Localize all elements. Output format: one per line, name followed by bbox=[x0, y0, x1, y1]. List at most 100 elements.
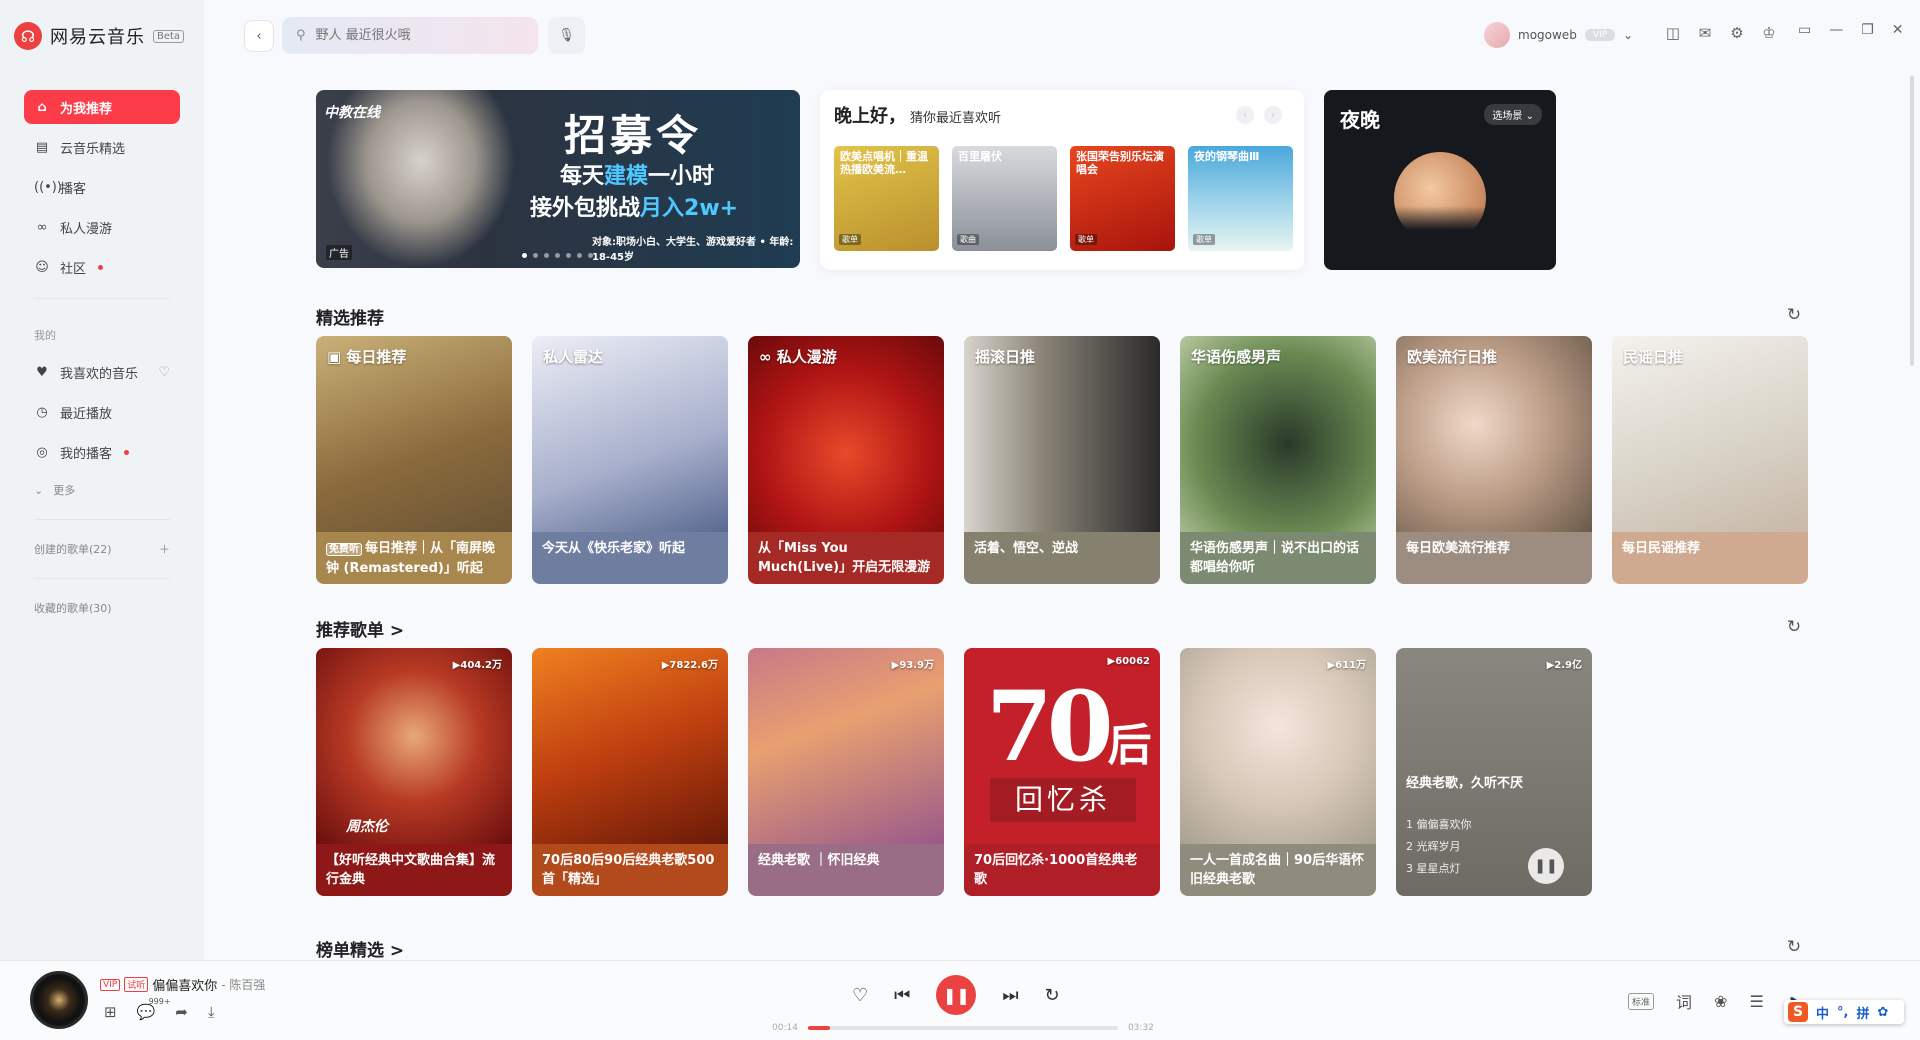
list-item[interactable]: 欧美点唱机｜重温热播欧美流… 歌单 bbox=[834, 146, 939, 251]
minimize-icon[interactable]: — bbox=[1829, 22, 1843, 38]
sound-effect-icon[interactable]: ❀ bbox=[1714, 992, 1727, 1011]
song-title[interactable]: 偏偏喜欢你 bbox=[152, 975, 217, 994]
featured-card-daily[interactable]: ▣ 每日推荐 免费听 每日推荐｜从「南屏晚钟 (Remastered)」听起 bbox=[316, 336, 512, 584]
heartbeat-mode-icon[interactable]: ♡ bbox=[158, 365, 170, 380]
add-playlist-icon[interactable]: ＋ bbox=[159, 541, 170, 557]
created-playlists-toggle[interactable]: 创建的歌单(22) ＋ bbox=[24, 534, 180, 564]
refresh-icon[interactable]: ↻ bbox=[1785, 938, 1803, 956]
sidebar-item-my-podcast[interactable]: ◎ 我的播客 bbox=[24, 435, 180, 469]
refresh-icon[interactable]: ↻ bbox=[1785, 618, 1803, 636]
created-playlists-label: 创建的歌单(22) bbox=[34, 543, 112, 556]
theme-icon[interactable]: ♔ bbox=[1760, 24, 1778, 42]
list-item[interactable]: 张国荣告别乐坛演唱会 歌单 bbox=[1070, 146, 1175, 251]
track-item[interactable]: 1 偏偏喜欢你 bbox=[1406, 816, 1472, 832]
search-box[interactable]: ⚲ bbox=[282, 17, 538, 54]
playlist-card[interactable]: 周杰伦 ▶404.2万 【好听经典中文歌曲合集】流行金典 bbox=[316, 648, 512, 896]
choose-scene-button[interactable]: 选场景 ⌄ bbox=[1484, 104, 1542, 125]
track-item[interactable]: 3 星星点灯 bbox=[1406, 860, 1461, 876]
ime-pinyin[interactable]: 拼 bbox=[1856, 1003, 1869, 1022]
ime-punct[interactable]: °, bbox=[1837, 1005, 1848, 1020]
previous-icon[interactable]: ⏮ bbox=[894, 985, 910, 1006]
chevron-down-icon[interactable]: ⌄ bbox=[1623, 28, 1633, 42]
user-menu[interactable]: mogoweb VIP ⌄ bbox=[1484, 22, 1633, 48]
artist-name[interactable]: - 陈百强 bbox=[221, 976, 265, 993]
lyrics-button[interactable]: 词 bbox=[1676, 989, 1692, 1013]
next-icon[interactable]: ⏭ bbox=[1002, 985, 1018, 1006]
charts-section-title[interactable]: 榜单精选 > bbox=[316, 936, 404, 961]
app-name: 网易云音乐 bbox=[50, 27, 145, 48]
divider bbox=[34, 298, 170, 299]
search-input[interactable] bbox=[315, 28, 516, 43]
mini-mode-icon[interactable]: ▭ bbox=[1798, 22, 1811, 38]
playlist-card[interactable]: ▶93.9万 经典老歌 ｜怀旧经典 bbox=[748, 648, 944, 896]
carousel-dot[interactable] bbox=[577, 253, 582, 258]
playlist-card[interactable]: 70后 回忆杀 ▶60062 70后回忆杀·1000首经典老歌 bbox=[964, 648, 1160, 896]
playlist-queue-icon[interactable]: ☰ bbox=[1749, 992, 1763, 1011]
settings-icon[interactable]: ✿ bbox=[1877, 1005, 1888, 1020]
sidebar-item-featured[interactable]: ▤ 云音乐精选 bbox=[24, 130, 180, 164]
card-label: 今天从《快乐老家》听起 bbox=[532, 532, 728, 584]
carousel-dot[interactable] bbox=[522, 253, 527, 258]
playlists-section-title[interactable]: 推荐歌单 > bbox=[316, 616, 404, 641]
sidebar: ☊ 网易云音乐 Beta ⌂ 为我推荐 ▤ 云音乐精选 ((•)) 播客 ∞ 私… bbox=[0, 0, 204, 960]
scrollbar[interactable] bbox=[1910, 76, 1914, 366]
carousel-dot[interactable] bbox=[566, 253, 571, 258]
home-icon: ⌂ bbox=[37, 99, 47, 115]
featured-card-folk[interactable]: 民谣日推 每日民谣推荐 bbox=[1612, 336, 1808, 584]
album-art[interactable] bbox=[30, 971, 88, 1029]
chevron-left-icon[interactable]: ‹ bbox=[1236, 106, 1254, 124]
carousel-dot[interactable] bbox=[544, 253, 549, 258]
sidebar-item-community[interactable]: ☺ 社区 bbox=[24, 250, 180, 284]
vip-badge[interactable]: VIP bbox=[1584, 29, 1616, 41]
add-to-playlist-icon[interactable]: ⊞ bbox=[104, 1003, 117, 1021]
sidebar-item-recommend[interactable]: ⌂ 为我推荐 bbox=[24, 90, 180, 124]
ime-toolbar[interactable]: S 中 °, 拼 ✿ bbox=[1784, 1000, 1904, 1024]
avatar[interactable] bbox=[1484, 22, 1510, 48]
username[interactable]: mogoweb bbox=[1518, 28, 1577, 42]
refresh-icon[interactable]: ↻ bbox=[1785, 306, 1803, 324]
playlist-card-expanded[interactable]: ▶2.9亿 经典老歌，久听不厌 1 偏偏喜欢你 2 光辉岁月 3 星星点灯 ❚❚ bbox=[1396, 648, 1592, 896]
carousel-dot[interactable] bbox=[533, 253, 538, 258]
playlist-card[interactable]: ▶7822.6万 70后80后90后经典老歌500首「精选」 bbox=[532, 648, 728, 896]
skin-icon[interactable]: ◫ bbox=[1664, 24, 1682, 42]
chevron-right-icon[interactable]: › bbox=[1264, 106, 1282, 124]
download-icon[interactable]: ⤓ bbox=[208, 1003, 215, 1021]
sidebar-item-roam[interactable]: ∞ 私人漫游 bbox=[24, 210, 180, 244]
sidebar-item-liked-music[interactable]: ♥ 我喜欢的音乐 ♡ bbox=[24, 355, 180, 389]
like-icon[interactable]: ♡ bbox=[852, 985, 868, 1006]
mail-icon[interactable]: ✉ bbox=[1696, 24, 1714, 42]
comment-icon[interactable]: 💬 999+ bbox=[137, 997, 171, 1021]
playlist-card[interactable]: ▶611万 一人一首成名曲｜90后华语怀旧经典老歌 bbox=[1180, 648, 1376, 896]
sidebar-item-podcast[interactable]: ((•)) 播客 bbox=[24, 170, 180, 204]
maximize-icon[interactable]: ❐ bbox=[1861, 22, 1874, 38]
close-icon[interactable]: ✕ bbox=[1892, 22, 1904, 38]
loop-icon[interactable]: ↻ bbox=[1045, 985, 1060, 1006]
progress-bar[interactable] bbox=[807, 1026, 1118, 1030]
quality-button[interactable]: 标准 bbox=[1628, 992, 1655, 1010]
featured-card-roam[interactable]: ∞ 私人漫游 从「Miss You Much(Live)」开启无限漫游 bbox=[748, 336, 944, 584]
featured-card-radar[interactable]: 私人雷达 今天从《快乐老家》听起 bbox=[532, 336, 728, 584]
settings-icon[interactable]: ⚙ bbox=[1728, 24, 1746, 42]
list-item[interactable]: 百里屠伏 歌曲 bbox=[952, 146, 1057, 251]
voice-search-button[interactable]: 🎙 bbox=[548, 17, 585, 54]
share-icon[interactable]: ➦ bbox=[175, 1003, 188, 1021]
featured-card-rock[interactable]: 摇滚日推 活着、悟空、逆战 bbox=[964, 336, 1160, 584]
carousel-dot[interactable] bbox=[555, 253, 560, 258]
carousel-dot[interactable] bbox=[588, 253, 593, 258]
back-button[interactable]: ‹ bbox=[244, 20, 274, 52]
pause-button[interactable]: ❚❚ bbox=[936, 975, 977, 1015]
comment-count: 999+ bbox=[148, 997, 171, 1006]
featured-card-western-pop[interactable]: 欧美流行日推 每日欧美流行推荐 bbox=[1396, 336, 1592, 584]
ad-banner[interactable]: 中教在线 招募令 每天建模一小时 接外包挑战月入2w+ 对象:职场小白、大学生、… bbox=[316, 90, 800, 268]
scene-card[interactable]: 夜晚 选场景 ⌄ bbox=[1324, 90, 1556, 270]
app-logo[interactable]: ☊ 网易云音乐 Beta bbox=[14, 22, 185, 50]
pause-button[interactable]: ❚❚ bbox=[1528, 848, 1564, 884]
card-label: 经典老歌 ｜怀旧经典 bbox=[748, 844, 944, 896]
ime-mode[interactable]: 中 bbox=[1816, 1003, 1829, 1022]
more-toggle[interactable]: ⌄ 更多 bbox=[24, 475, 180, 505]
featured-card-sad-male[interactable]: 华语伤感男声 华语伤感男声｜说不出口的话都唱给你听 bbox=[1180, 336, 1376, 584]
collected-playlists-toggle[interactable]: 收藏的歌单(30) bbox=[24, 593, 180, 623]
track-item[interactable]: 2 光辉岁月 bbox=[1406, 838, 1461, 854]
list-item[interactable]: 夜的钢琴曲Ⅲ 歌单 bbox=[1188, 146, 1293, 251]
sidebar-item-recent[interactable]: ◷ 最近播放 bbox=[24, 395, 180, 429]
